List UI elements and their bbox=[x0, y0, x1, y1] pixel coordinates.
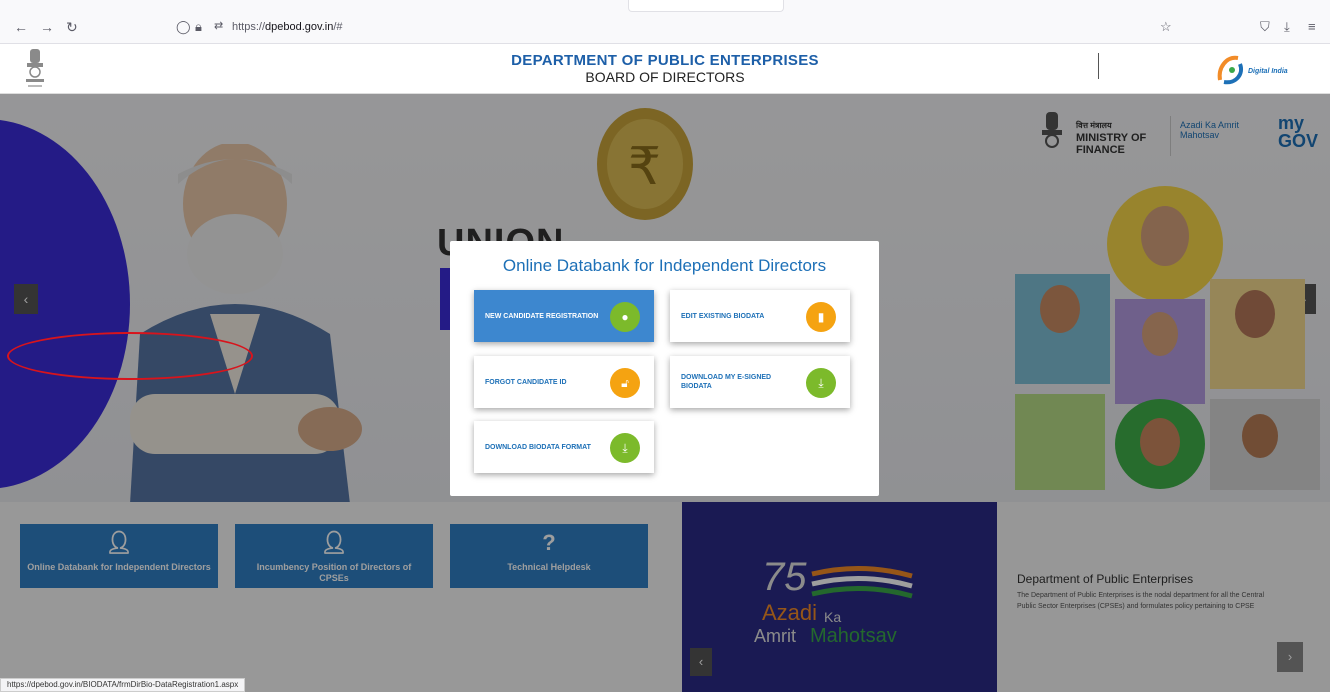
edit-existing-biodata-button[interactable]: EDIT EXISTING BIODATA ▮ bbox=[670, 290, 850, 342]
user-icon: ● bbox=[610, 302, 640, 332]
forgot-candidate-id-button[interactable]: FORGOT CANDIDATE ID 🔓︎ bbox=[474, 356, 654, 408]
download-esigned-biodata-button[interactable]: DOWNLOAD MY E-SIGNED BIODATA ⤓ bbox=[670, 356, 850, 408]
modal-title: Online Databank for Independent Director… bbox=[502, 256, 827, 275]
header-divider bbox=[1098, 53, 1099, 79]
databank-modal: Online Databank for Independent Director… bbox=[450, 241, 879, 496]
address-bar[interactable]: https://dpebod.gov.in/# bbox=[232, 21, 343, 33]
annotation-ellipse bbox=[7, 332, 253, 380]
svg-text:Digital India: Digital India bbox=[1248, 68, 1288, 75]
download-biodata-format-button[interactable]: DOWNLOAD BIODATA FORMAT ⤓ bbox=[474, 421, 654, 473]
pocket-icon[interactable]: ⛉ bbox=[1260, 19, 1270, 35]
menu-icon[interactable]: ≡ bbox=[1308, 19, 1316, 34]
download-icon[interactable]: ⤓ bbox=[1284, 19, 1290, 35]
browser-toolbar: ← → ↻ ◯ 🔒︎ ⇄ https://dpebod.gov.in/# ☆ ⛉… bbox=[0, 0, 1330, 44]
bookmark-star-icon[interactable]: ☆ bbox=[1160, 19, 1172, 35]
back-icon[interactable]: ← bbox=[14, 20, 28, 34]
status-bar-url: https://dpebod.gov.in/BIODATA/frmDirBio-… bbox=[0, 678, 246, 692]
new-candidate-registration-button[interactable]: NEW CANDIDATE REGISTRATION ● bbox=[474, 290, 654, 342]
page-title: DEPARTMENT OF PUBLIC ENTERPRISES bbox=[511, 52, 819, 69]
lock-icon[interactable]: 🔒︎ bbox=[195, 19, 202, 35]
unlock-icon: 🔓︎ bbox=[610, 368, 640, 398]
page-content: ₹ UNION ‹ › वित्त मंत्रालय MINISTRY OF F… bbox=[0, 94, 1330, 692]
permissions-icon[interactable]: ⇄ bbox=[214, 19, 223, 32]
page-subtitle: BOARD OF DIRECTORS bbox=[585, 69, 745, 85]
reload-icon[interactable]: ↻ bbox=[66, 20, 78, 34]
site-header: DEPARTMENT OF PUBLIC ENTERPRISES BOARD O… bbox=[0, 44, 1330, 94]
download-icon: ⤓ bbox=[806, 368, 836, 398]
browser-tab[interactable] bbox=[628, 0, 784, 12]
digital-india-logo[interactable]: Digital India bbox=[1214, 52, 1292, 86]
document-icon: ▮ bbox=[806, 302, 836, 332]
forward-icon[interactable]: → bbox=[40, 20, 54, 34]
shield-icon[interactable]: ◯ bbox=[176, 19, 191, 35]
download-icon: ⤓ bbox=[610, 433, 640, 463]
